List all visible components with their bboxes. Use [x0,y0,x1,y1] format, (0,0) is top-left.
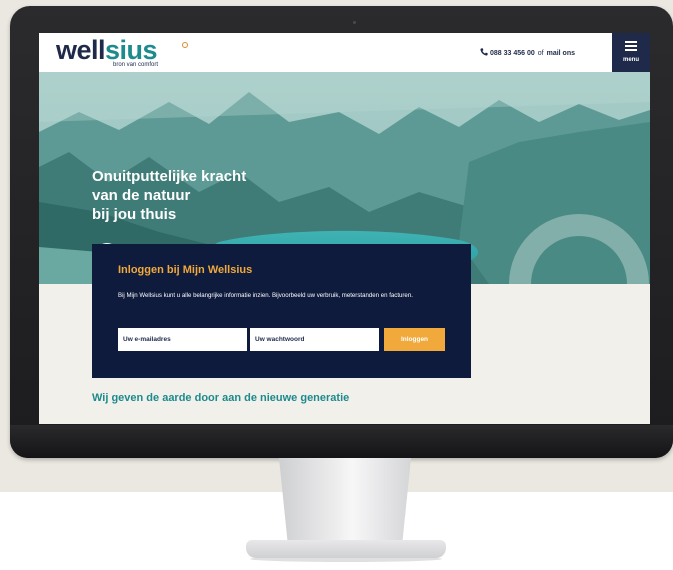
logo-sius-text: sius [105,35,158,65]
password-field[interactable]: Uw wachtwoord [250,328,379,351]
phone-number-link[interactable]: 088 33 456 00 [490,50,535,57]
logo-tagline: bron van comfort [113,62,159,68]
hero-title-line-2: van de natuur [92,187,191,204]
monitor-chin [10,425,673,458]
login-title: Inloggen bij Mijn Wellsius [118,264,253,276]
monitor-stand [279,458,411,546]
hero-title-line-3: bij jou thuis [92,206,177,223]
menu-label: menu [622,57,639,63]
login-description: Bij Mijn Wellsius kunt u alle belangrijk… [118,292,413,299]
phone-separator: of [537,50,544,57]
login-panel: Inloggen bij Mijn Wellsius Bij Mijn Well… [92,244,471,378]
email-field[interactable]: Uw e-mailadres [118,328,247,351]
hero-title: Onuitputtelijke kracht van de natuur bij… [92,167,292,224]
section-heading: Wij geven de aarde door aan de nieuwe ge… [92,392,350,404]
site-header: wellsius bron van comfort 088 33 456 00 o… [39,33,650,72]
camera-dot [353,21,356,24]
hamburger-icon [625,41,637,51]
mail-link[interactable]: mail ons [547,50,575,57]
logo-degree-icon [182,42,188,48]
phone-icon [480,48,488,56]
menu-button[interactable]: menu [612,33,650,72]
wellsius-logo[interactable]: wellsius [56,35,188,65]
logo-well-text: well [56,35,106,65]
browser-screen: wellsius bron van comfort 088 33 456 00 o… [39,33,650,424]
contact-bar: 088 33 456 00 of mail ons [480,48,575,57]
monitor-base [246,540,446,558]
hero-title-line-1: Onuitputtelijke kracht [92,168,247,185]
login-button[interactable]: Inloggen [384,328,445,351]
